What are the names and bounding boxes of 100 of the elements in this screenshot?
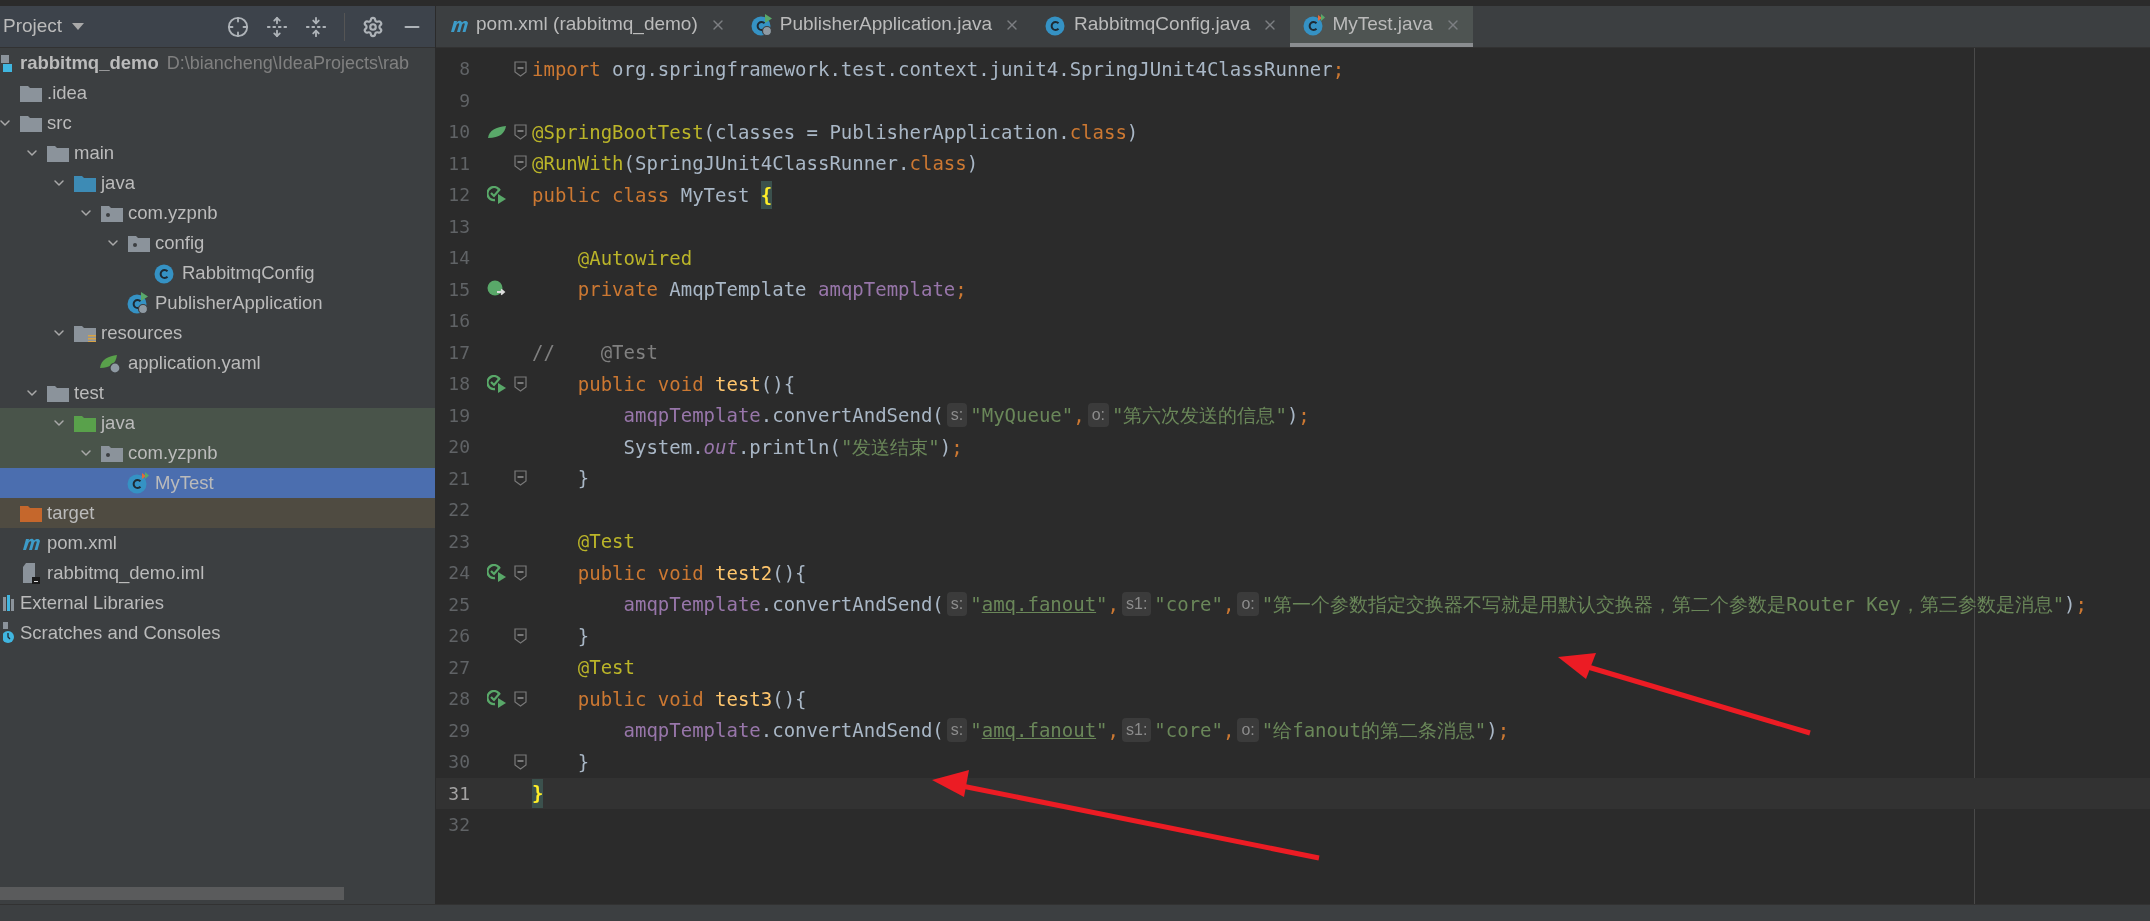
fold-icon[interactable] xyxy=(514,470,527,487)
fold-icon[interactable] xyxy=(514,690,527,707)
line-number: 17 xyxy=(447,340,470,365)
test-class-icon xyxy=(1302,13,1327,36)
tab-label: MyTest.java xyxy=(1332,12,1433,37)
project-path: D:\biancheng\IdeaProjects\rab xyxy=(166,51,409,75)
collapse-all-icon[interactable] xyxy=(305,15,327,38)
fold-icon[interactable] xyxy=(514,627,527,644)
code-line: @Autowired xyxy=(576,245,693,271)
line-number: 16 xyxy=(447,309,470,334)
item-label: Scratches and Consoles xyxy=(20,621,221,646)
item-label: rabbitmq_demo xyxy=(20,51,159,76)
horizontal-scrollbar[interactable] xyxy=(0,887,344,900)
tree-item[interactable]: rabbitmq_demo.iml xyxy=(0,558,435,588)
tree-item[interactable]: com.yzpnb xyxy=(0,438,435,468)
item-label: .idea xyxy=(47,81,88,106)
tree-item[interactable]: target xyxy=(0,498,435,528)
code-line: public void test(){ xyxy=(576,371,796,397)
settings-icon[interactable] xyxy=(362,15,384,38)
code-line: } xyxy=(576,749,590,775)
code-line: @Test xyxy=(576,529,635,554)
expand-all-icon[interactable] xyxy=(266,15,288,38)
code-line: } xyxy=(576,623,590,649)
fold-icon[interactable] xyxy=(514,564,527,581)
locate-icon[interactable] xyxy=(227,15,249,38)
item-label: application.yaml xyxy=(128,351,261,376)
code-line: } xyxy=(576,466,590,491)
tab-label: pom.xml (rabbitmq_demo) xyxy=(476,12,698,37)
run-icon[interactable] xyxy=(487,563,507,582)
fold-icon[interactable] xyxy=(514,123,527,140)
code-line: amqpTemplate.convertAndSend( s: "amq.fanout", s1: "core", o: "第一个参数指定交换器不写就是用默认交换器，第二个参数是Router Key，第三参数是消息"); xyxy=(622,591,2087,619)
dropdown-caret-icon xyxy=(72,22,85,31)
tree-item[interactable]: java xyxy=(0,408,435,438)
item-label: target xyxy=(47,501,95,526)
folder-icon xyxy=(74,174,96,192)
item-label: External Libraries xyxy=(20,591,164,616)
code-line: amqpTemplate.convertAndSend( s: "MyQueue", o: "第六次发送的信息"); xyxy=(622,402,1310,430)
tree-item[interactable]: resources xyxy=(0,318,435,348)
editor-tab[interactable]: pom.xml (rabbitmq_demo) xyxy=(436,6,738,47)
fold-icon[interactable] xyxy=(514,60,527,77)
item-label: RabbitmqConfig xyxy=(182,261,315,286)
item-label: PublisherApplication xyxy=(155,291,323,316)
folder-icon xyxy=(20,114,42,132)
run-icon[interactable] xyxy=(487,374,507,393)
tree-item[interactable]: test xyxy=(0,378,435,408)
package-icon xyxy=(101,204,123,222)
line-number: 14 xyxy=(447,246,470,271)
tree-item[interactable]: src xyxy=(0,108,435,138)
folder-icon xyxy=(47,144,69,162)
item-label: config xyxy=(155,231,205,256)
tree-item[interactable]: rabbitmq_demo D:\biancheng\IdeaProjects\rab xyxy=(0,48,435,78)
tree-item[interactable]: Scratches and Consoles xyxy=(0,618,435,648)
editor-tab[interactable]: RabbitmqConfig.java xyxy=(1032,6,1291,47)
leaf-icon[interactable] xyxy=(487,124,507,139)
line-number: 27 xyxy=(447,655,470,680)
tree-item[interactable]: External Libraries xyxy=(0,588,435,618)
tree-item[interactable]: config xyxy=(0,228,435,258)
line-number: 29 xyxy=(447,718,470,743)
leaf-icon xyxy=(99,352,123,374)
item-label: resources xyxy=(101,321,183,346)
fold-icon[interactable] xyxy=(514,155,527,172)
project-view-dropdown[interactable]: Project xyxy=(3,12,85,41)
item-label: src xyxy=(47,111,72,136)
scratches-icon xyxy=(3,622,15,644)
line-number: 12 xyxy=(447,183,470,208)
tree-item[interactable]: main xyxy=(0,138,435,168)
line-number: 15 xyxy=(447,277,470,302)
code-line: @Test xyxy=(576,655,635,680)
line-number: 10 xyxy=(447,120,470,145)
package-icon xyxy=(128,234,150,252)
package-icon xyxy=(101,444,123,462)
fold-icon[interactable] xyxy=(514,753,527,770)
test-class-icon xyxy=(126,472,150,494)
line-number: 23 xyxy=(447,529,470,554)
line-number: 30 xyxy=(447,750,470,775)
line-number: 25 xyxy=(447,592,470,617)
tree-item[interactable]: RabbitmqConfig xyxy=(0,258,435,288)
tree-item[interactable]: com.yzpnb xyxy=(0,198,435,228)
code-line: public class MyTest { xyxy=(532,180,773,209)
tree-item[interactable]: .idea xyxy=(0,78,435,108)
tree-item[interactable]: PublisherApplication xyxy=(0,288,435,318)
code-line: amqpTemplate.convertAndSend( s: "amq.fanout", s1: "core", o: "给fanout的第二条消息"); xyxy=(622,717,1510,745)
run-icon[interactable] xyxy=(487,689,507,708)
item-label: test xyxy=(74,381,104,406)
tab-label: RabbitmqConfig.java xyxy=(1074,12,1251,37)
editor-tab[interactable]: MyTest.java xyxy=(1290,6,1473,47)
class-icon xyxy=(126,292,150,314)
item-label: main xyxy=(74,141,115,166)
tree-item[interactable]: pom.xml xyxy=(0,528,435,558)
tree-item[interactable]: application.yaml xyxy=(0,348,435,378)
fold-icon[interactable] xyxy=(514,375,527,392)
class-icon xyxy=(749,13,774,36)
code-line: System.out.println("发送结束"); xyxy=(622,434,963,460)
folder-icon xyxy=(47,384,69,402)
line-number: 21 xyxy=(447,466,470,491)
item-label: rabbitmq_demo.iml xyxy=(47,561,205,586)
editor-tab[interactable]: PublisherApplication.java xyxy=(737,6,1033,47)
tree-item[interactable]: java xyxy=(0,168,435,198)
run-icon[interactable] xyxy=(487,185,507,204)
code-line: // @Test xyxy=(532,340,658,365)
